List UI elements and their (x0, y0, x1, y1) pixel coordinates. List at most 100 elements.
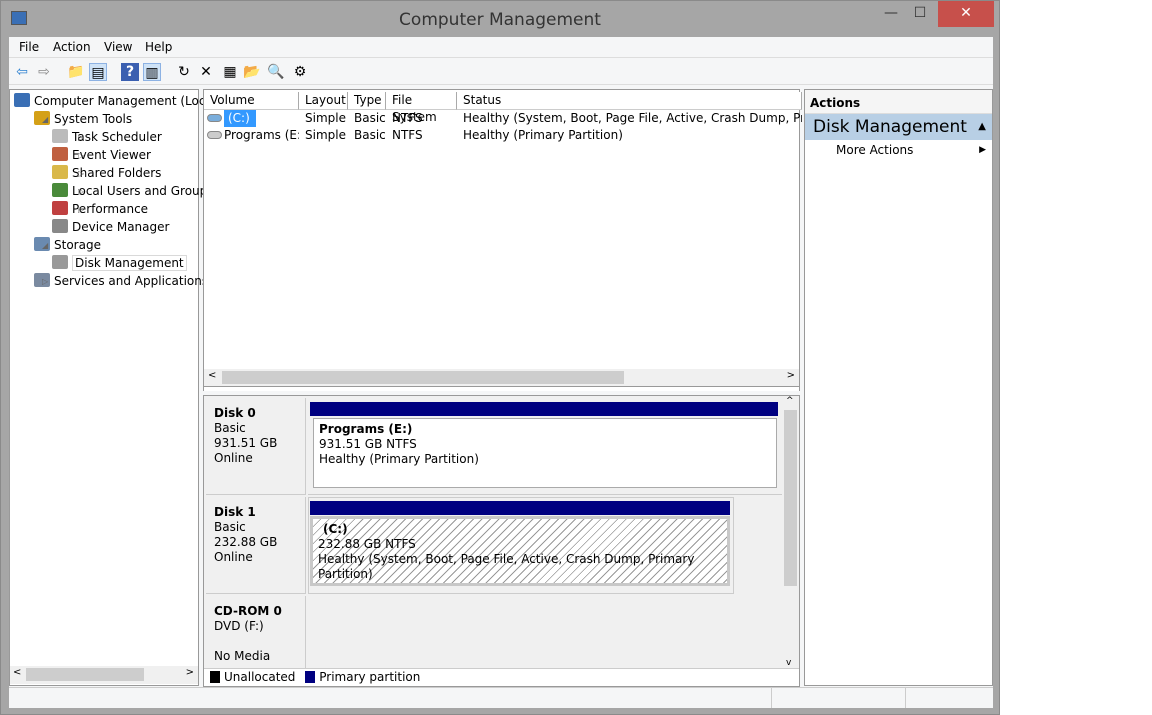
show-hide-action-pane-icon[interactable]: ▥ (143, 63, 161, 81)
window-title: Computer Management (399, 10, 601, 30)
properties-icon[interactable]: ▦ (221, 63, 239, 81)
expand-icon[interactable]: ▷ (78, 201, 84, 219)
cell-status: Healthy (Primary Partition) (463, 128, 623, 142)
legend-primary-partition: Primary partition (319, 670, 421, 684)
actions-section-disk-management[interactable]: Disk Management ▲ (805, 114, 992, 140)
window: Computer Management — ☐ ✕ File Action Vi… (0, 0, 1000, 715)
table-row[interactable]: (C:) Simple Basic NTFS Healthy (System, Boot… (204, 110, 802, 127)
disk-1-label[interactable]: Disk 1 Basic 232.88 GB Online (206, 497, 306, 594)
drive-icon (207, 114, 222, 122)
legend-unallocated: Unallocated (224, 670, 296, 684)
partition-bar (310, 501, 730, 515)
disk-state: Online (214, 550, 253, 564)
tree-item-label: Storage (54, 238, 101, 252)
expand-icon[interactable]: ▷ (42, 273, 48, 291)
column-header-layout[interactable]: Layout (299, 92, 348, 110)
volume-list-horizontal-scrollbar[interactable]: < > (203, 369, 800, 387)
menu-help[interactable]: Help (145, 40, 172, 54)
cell-type: Basic (354, 111, 386, 125)
partition-name: Programs (E:) (319, 422, 413, 436)
tree-item-label: Device Manager (72, 220, 170, 234)
menu-action[interactable]: Action (53, 40, 91, 54)
primary-partition-swatch (305, 671, 316, 683)
tree-item-system-tools[interactable]: ◢ System Tools (34, 110, 132, 128)
disk-name: Disk 1 (214, 505, 256, 519)
node-icon (52, 147, 68, 161)
disk-0-label[interactable]: Disk 0 Basic 931.51 GB Online (206, 398, 306, 495)
tree-item-shared-folders[interactable]: ▷ Shared Folders (52, 164, 161, 182)
collapse-icon[interactable]: ▲ (978, 114, 986, 140)
partition-programs-e[interactable]: Programs (E:) 931.51 GB NTFS Healthy (Pr… (313, 418, 777, 488)
open-folder-icon[interactable]: 📂 (243, 63, 261, 81)
column-header-type[interactable]: Type (348, 92, 386, 110)
column-header-volume[interactable]: Volume (204, 92, 299, 110)
help-icon[interactable]: ? (121, 63, 139, 81)
disk-state: No Media (214, 649, 271, 663)
computer-management-icon (11, 11, 27, 25)
cell-type: Basic (354, 128, 386, 142)
node-icon (52, 219, 68, 233)
tree-item-label: Computer Management (Local (34, 94, 217, 108)
expand-icon[interactable]: ▷ (78, 147, 84, 165)
partition-status: Healthy (System, Boot, Page File, Active… (318, 552, 695, 581)
maximize-button[interactable]: ☐ (903, 1, 937, 27)
tree-item-services-and-applications[interactable]: ▷ Services and Applications (34, 272, 208, 290)
tree-item-task-scheduler[interactable]: ▷ Task Scheduler (52, 128, 162, 146)
partition-size: 931.51 GB NTFS (319, 437, 417, 451)
cdrom-0-label[interactable]: CD-ROM 0 DVD (F:) No Media (206, 596, 306, 668)
tree-item-disk-management[interactable]: Disk Management (52, 254, 187, 272)
refresh-icon[interactable]: ↻ (175, 63, 193, 81)
status-bar (9, 687, 993, 708)
column-header-status[interactable]: Status (457, 92, 802, 110)
back-arrow-icon[interactable]: ⇦ (13, 63, 31, 81)
partition-name: (C:) (323, 522, 348, 536)
expand-icon[interactable]: ▷ (78, 165, 84, 183)
settings-icon[interactable]: ⚙ (291, 63, 309, 81)
scroll-left-icon[interactable]: < (208, 370, 216, 381)
show-hide-tree-icon[interactable]: ▤ (89, 63, 107, 81)
delete-icon[interactable]: ✕ (197, 63, 215, 81)
more-actions-label: More Actions (836, 143, 914, 157)
expand-icon[interactable]: ▷ (78, 129, 84, 147)
partition-c-selected[interactable]: (C:) 232.88 GB NTFS Healthy (System, Boo… (310, 516, 730, 586)
tree-horizontal-scrollbar[interactable]: < > (10, 666, 198, 684)
partition-bar (310, 402, 778, 416)
up-folder-icon[interactable]: 📁 (67, 63, 85, 81)
more-actions-item[interactable]: More Actions ▶ (805, 140, 992, 160)
submenu-arrow-icon: ▶ (979, 145, 986, 155)
scroll-thumb[interactable] (222, 371, 624, 384)
disk-map-vertical-scrollbar[interactable]: ^ v (782, 396, 799, 668)
node-icon (14, 93, 30, 107)
forward-arrow-icon[interactable]: ⇨ (35, 63, 53, 81)
tree-item-device-manager[interactable]: Device Manager (52, 218, 169, 236)
menu-view[interactable]: View (104, 40, 132, 54)
tree-item-label: Disk Management (72, 255, 187, 271)
scroll-right-icon[interactable]: > (787, 370, 795, 381)
unallocated-swatch (210, 671, 220, 683)
tree-item-event-viewer[interactable]: ▷ Event Viewer (52, 146, 151, 164)
partition-size: 232.88 GB NTFS (318, 537, 416, 551)
tree-item-computer-management-local[interactable]: Computer Management (Local (14, 92, 216, 110)
close-button[interactable]: ✕ (938, 1, 994, 27)
disk-type: Basic (214, 520, 246, 534)
cell-layout: Simple (305, 111, 346, 125)
legend: Unallocated Primary partition (204, 668, 799, 686)
tree-item-local-users-and-groups[interactable]: ▷ Local Users and Groups (52, 182, 214, 200)
collapse-icon[interactable]: ◢ (42, 237, 48, 255)
tree-item-label: Local Users and Groups (72, 184, 214, 198)
disk-map: Disk 0 Basic 931.51 GB Online Programs (… (203, 395, 800, 687)
section-title: Disk Management (813, 117, 967, 137)
actions-header: Actions (805, 90, 992, 114)
actions-pane: Actions Disk Management ▲ More Actions ▶ (804, 89, 993, 686)
tree-item-storage[interactable]: ◢ Storage (34, 236, 101, 254)
volume-list: Volume Layout Type File System Status (C:) Sim… (203, 89, 802, 391)
column-header-file-system[interactable]: File System (386, 92, 457, 124)
menu-bar: File Action View Help (9, 37, 993, 58)
collapse-icon[interactable]: ◢ (42, 111, 48, 129)
expand-icon[interactable]: ▷ (78, 183, 84, 201)
menu-file[interactable]: File (19, 40, 39, 54)
table-row[interactable]: Programs (E:) Simple Basic NTFS Healthy (Pri… (204, 127, 799, 144)
disk-name: CD-ROM 0 (214, 604, 282, 618)
tree-item-performance[interactable]: ▷ Performance (52, 200, 148, 218)
search-icon[interactable]: 🔍 (267, 63, 285, 81)
